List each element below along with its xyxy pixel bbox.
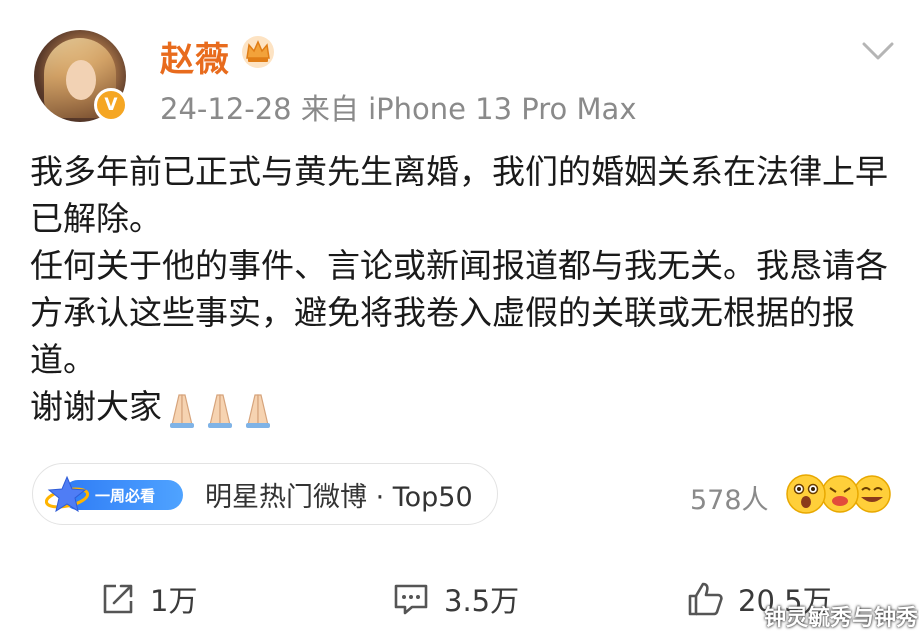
- repost-button[interactable]: 1万: [100, 578, 197, 620]
- post-paragraph: 我多年前已正式与黄先生离婚，我们的婚姻关系在法律上早已解除。: [30, 152, 888, 238]
- hot-topic-chip[interactable]: 一周必看 明星热门微博 · Top50: [32, 463, 498, 525]
- crown-icon: [242, 36, 274, 68]
- reader-count: 578人: [690, 485, 769, 516]
- avatar-face: [66, 60, 96, 100]
- hot-topic-label: 明星热门微博 · Top50: [205, 481, 473, 513]
- weekly-badge: 一周必看: [45, 474, 185, 514]
- post-paragraph: 任何关于他的事件、言论或新闻报道都与我无关。我恳请各方承认这些事实，避免将我卷入…: [30, 246, 888, 379]
- chevron-down-icon[interactable]: [860, 36, 896, 64]
- star-badge-icon: [45, 475, 90, 513]
- folded-hands-icon: [170, 393, 270, 428]
- post-body: 我多年前已正式与黄先生离婚，我们的婚姻关系在法律上早已解除。 任何关于他的事件、…: [30, 148, 900, 430]
- repost-icon: [103, 584, 133, 614]
- comment-button[interactable]: 3.5万: [392, 578, 519, 620]
- emoji-faces-icon[interactable]: [784, 470, 894, 516]
- comment-icon: [394, 584, 428, 615]
- verified-badge-icon: V: [94, 88, 128, 122]
- like-icon: [688, 582, 723, 616]
- comment-count: 3.5万: [444, 584, 520, 618]
- post-meta: 24-12-28 来自 iPhone 13 Pro Max: [160, 92, 637, 126]
- author-name[interactable]: 赵薇: [160, 32, 230, 81]
- post-paragraph: 谢谢大家: [30, 383, 900, 430]
- post-thanks: 谢谢大家: [30, 387, 162, 426]
- weekly-badge-label: 一周必看: [95, 487, 156, 505]
- repost-count: 1万: [150, 584, 198, 618]
- watermark: 钟灵毓秀与钟秀: [764, 606, 919, 631]
